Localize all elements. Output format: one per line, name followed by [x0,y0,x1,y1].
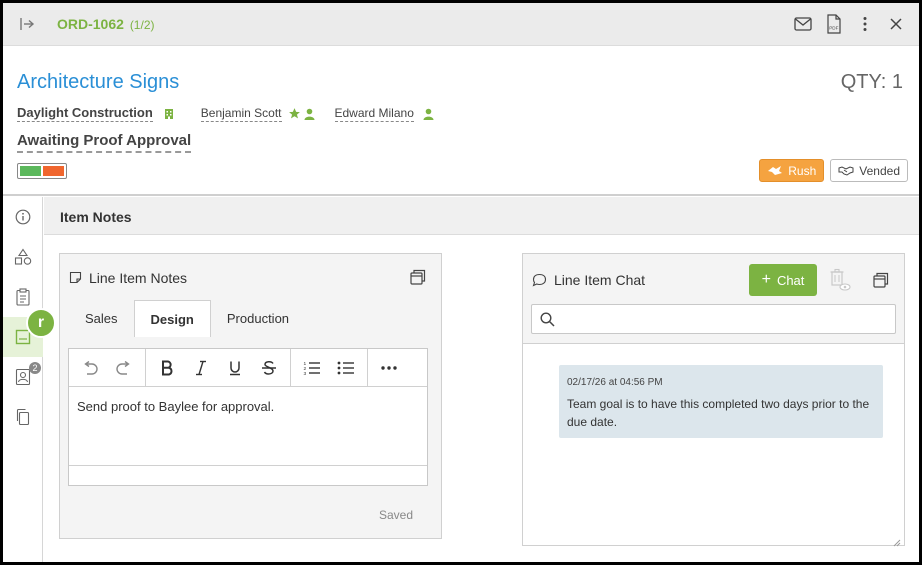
tab-sales[interactable]: Sales [69,300,134,336]
swatch-orange [43,166,64,176]
collapse-panel-icon[interactable] [17,14,37,34]
underline-icon[interactable] [218,349,252,387]
expand-window-icon[interactable] [409,268,427,286]
line-item-chat-panel: Line Item Chat + Chat 02/17/26 at 04:56 … [522,253,905,547]
item-header: Architecture Signs QTY: 1 Daylight Const… [3,47,919,196]
undo-icon[interactable] [73,349,107,387]
sales-rep-link[interactable]: Benjamin Scott [200,106,282,122]
close-icon[interactable] [885,13,907,35]
line-item-notes-panel: Line Item Notes Sales Design Production [59,253,442,539]
search-icon [540,312,555,332]
vended-label: Vended [859,163,900,178]
plus-icon: + [761,271,771,288]
strikethrough-icon[interactable] [252,349,286,387]
order-id-text: ORD-1062 [57,16,124,32]
new-chat-button[interactable]: + Chat [749,264,817,296]
history-group [69,349,146,386]
chat-search-input[interactable] [531,304,896,334]
handshake-icon [838,166,854,176]
section-header: Item Notes [44,197,919,235]
more-horizontal-icon[interactable] [372,349,406,387]
bold-icon[interactable] [150,349,184,387]
redo-icon[interactable] [107,349,141,387]
avatar[interactable]: r [26,308,56,338]
item-title: Architecture Signs [17,71,180,93]
message-text: Team goal is to have this completed two … [567,397,870,429]
top-bar: ORD-1062 (1/2) PDF [3,3,919,46]
user-icon [423,108,434,120]
numbered-list-icon[interactable]: 123 [295,349,329,387]
star-icon[interactable] [288,107,301,120]
status-color-swatch[interactable] [17,163,67,179]
chat-messages: 02/17/26 at 04:56 PM Team goal is to hav… [523,343,904,547]
status-dropdown[interactable]: Awaiting Proof Approval [17,132,192,153]
sidebar: r 2 [3,197,56,562]
expand-window-icon[interactable] [872,271,890,289]
bullet-list-icon[interactable] [329,349,363,387]
vended-badge[interactable]: Vended [830,159,908,182]
saved-status: Saved [378,508,413,522]
info-icon[interactable] [12,206,34,228]
more-vertical-icon[interactable] [854,13,876,35]
svg-text:3: 3 [304,371,307,376]
notes-panel-title: Line Item Notes [89,270,188,286]
editor-status-divider [69,465,427,466]
copy-icon[interactable] [12,406,34,428]
shapes-icon[interactable] [12,246,34,268]
quantity: QTY: 1 [840,71,903,93]
notes-tabs: Sales Design Production [69,300,305,337]
user-icon [304,108,315,120]
tab-production[interactable]: Production [211,300,305,336]
chat-panel-title: Line Item Chat [554,272,646,288]
list-group: 123 [291,349,368,386]
order-count: (1/2) [129,18,155,32]
section-title: Item Notes [60,209,132,225]
contacts-count-badge: 2 [29,362,41,374]
order-id[interactable]: ORD-1062 (1/2) [57,16,155,32]
chat-button-label: Chat [776,272,805,288]
rich-text-editor: 123 Send proof to Baylee for approval. [68,348,428,486]
customer-link[interactable]: Daylight Construction [17,105,153,122]
rush-icon [768,166,783,175]
email-icon[interactable] [792,13,814,35]
top-actions: PDF [792,13,907,35]
rush-label: Rush [788,163,817,178]
chat-message: 02/17/26 at 04:56 PM Team goal is to hav… [559,365,883,438]
message-timestamp: 02/17/26 at 04:56 PM [567,377,663,388]
resize-handle-icon[interactable] [893,534,901,547]
editor-toolbar: 123 [69,349,427,387]
tab-design[interactable]: Design [133,300,211,337]
building-icon [164,108,174,120]
swatch-green [20,166,41,176]
pdf-icon[interactable]: PDF [823,13,845,35]
editor-content[interactable]: Send proof to Baylee for approval. [77,399,274,414]
rush-badge[interactable]: Rush [759,159,825,182]
chat-bubble-icon [532,273,547,287]
people-row: Daylight Construction Benjamin Scott Edw… [17,105,434,122]
more-group [368,349,410,386]
italic-icon[interactable] [184,349,218,387]
svg-text:PDF: PDF [829,26,838,31]
format-group [146,349,291,386]
designer-link[interactable]: Edward Milano [334,106,414,122]
badges: Rush Vended [759,159,908,182]
note-icon [69,271,82,284]
trash-eye-icon[interactable] [829,268,851,292]
clipboard-icon[interactable] [12,286,34,308]
window: ORD-1062 (1/2) PDF Architecture Signs QT… [3,3,919,562]
